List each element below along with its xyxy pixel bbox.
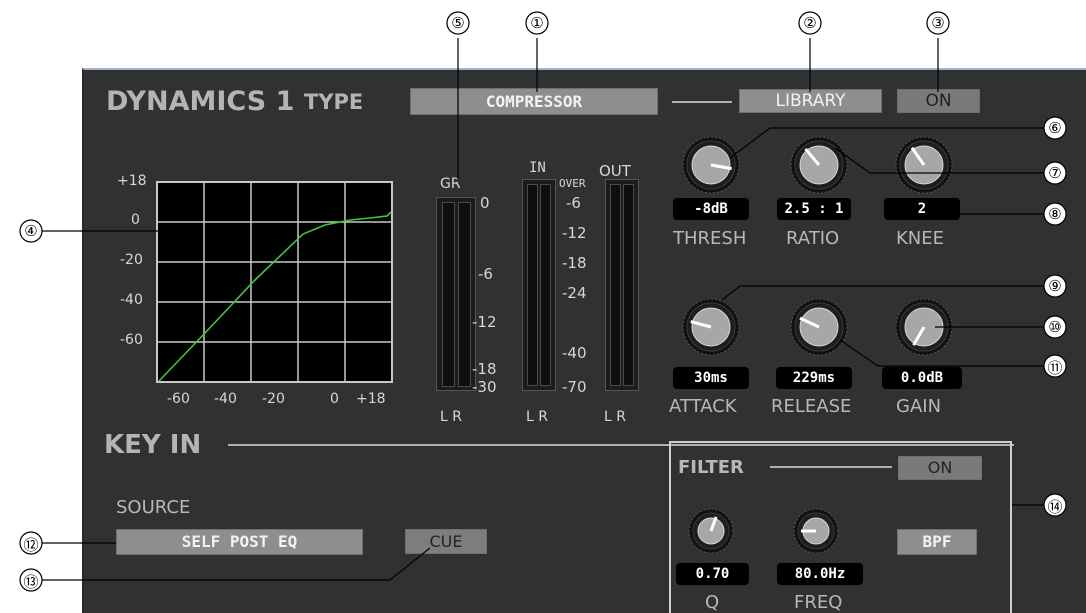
freq-value[interactable]: 80.0Hz <box>777 563 863 585</box>
header-divider <box>672 101 732 103</box>
out-meter <box>605 179 639 391</box>
knob-graphic <box>688 508 734 554</box>
in-lr-label: L R <box>526 409 548 425</box>
knee-value[interactable]: 2 <box>884 198 960 220</box>
io-scale-tick: -24 <box>562 284 587 302</box>
gr-meter-l <box>442 202 455 387</box>
out-meter-l <box>610 184 621 386</box>
callout-1: ① <box>530 14 544 32</box>
knob-graphic <box>895 298 953 356</box>
gain-knob[interactable] <box>895 298 953 360</box>
graph-y-tick: -60 <box>120 332 143 348</box>
graph-x-tick: +18 <box>356 391 386 407</box>
in-meter-r <box>540 184 551 386</box>
callout-4: ④ <box>24 222 38 240</box>
knob-graphic <box>682 298 740 356</box>
in-meter <box>522 179 556 391</box>
graph-x-tick: 0 <box>330 391 339 407</box>
filter-title: FILTER <box>678 457 744 478</box>
source-selector[interactable]: SELF POST EQ <box>116 529 363 555</box>
source-label: SOURCE <box>116 497 191 518</box>
callout-2: ② <box>803 14 817 32</box>
gain-label: GAIN <box>896 396 942 417</box>
knee-knob[interactable] <box>895 136 953 198</box>
ratio-value[interactable]: 2.5 : 1 <box>777 198 851 220</box>
io-scale-tick: -6 <box>566 194 581 212</box>
gr-meter <box>436 197 476 391</box>
ratio-label: RATIO <box>786 228 840 249</box>
freq-knob[interactable] <box>793 508 839 558</box>
cue-button[interactable]: CUE <box>405 529 487 554</box>
callout-12: ⑫ <box>23 536 39 554</box>
callout-14: ⑭ <box>1047 498 1063 516</box>
type-selector[interactable]: COMPRESSOR <box>410 88 658 115</box>
graph-x-tick: -60 <box>167 391 190 407</box>
attack-value[interactable]: 30ms <box>673 367 749 389</box>
key-in-title: KEY IN <box>104 430 202 460</box>
gr-scale-tick: -18 <box>472 360 497 378</box>
thresh-knob[interactable] <box>682 136 740 198</box>
io-scale-tick: -12 <box>562 224 587 242</box>
q-label: Q <box>705 592 720 613</box>
out-meter-r <box>623 184 634 386</box>
callout-7: ⑦ <box>1048 164 1062 182</box>
out-meter-label: OUT <box>599 162 631 180</box>
graph-x-tick: -40 <box>214 391 237 407</box>
in-meter-label: IN <box>529 160 546 176</box>
graph-y-tick: -40 <box>120 292 143 308</box>
callout-9: ⑨ <box>1048 277 1062 295</box>
library-button[interactable]: LIBRARY <box>739 89 882 113</box>
graph-x-tick: -20 <box>262 391 285 407</box>
io-scale-tick: -18 <box>562 254 587 272</box>
q-knob[interactable] <box>688 508 734 558</box>
thresh-value[interactable]: -8dB <box>673 198 749 220</box>
dynamics-on-button[interactable]: ON <box>897 89 980 113</box>
filter-divider <box>770 466 892 468</box>
attack-knob[interactable] <box>682 298 740 360</box>
panel-title: DYNAMICS 1 <box>106 86 295 117</box>
callout-6: ⑥ <box>1048 119 1062 137</box>
callout-13: ⑬ <box>23 573 39 591</box>
out-lr-label: L R <box>604 409 626 425</box>
graph-y-tick: +18 <box>117 173 147 189</box>
freq-label: FREQ <box>794 592 843 613</box>
q-value[interactable]: 0.70 <box>676 563 749 585</box>
release-value[interactable]: 229ms <box>776 367 852 389</box>
filter-on-button[interactable]: ON <box>898 456 982 480</box>
io-scale-tick: -70 <box>562 378 587 396</box>
transfer-curve-graph <box>156 181 393 383</box>
ratio-knob[interactable] <box>790 136 848 198</box>
in-meter-l <box>527 184 538 386</box>
gr-scale-tick: -30 <box>472 378 497 396</box>
callout-8: ⑧ <box>1048 205 1062 223</box>
knee-label: KNEE <box>896 228 945 249</box>
callout-11: ⑪ <box>1047 359 1063 377</box>
gr-meter-label: GR <box>440 176 461 192</box>
io-scale-tick: -40 <box>562 344 587 362</box>
release-label: RELEASE <box>771 396 852 417</box>
graph-y-tick: -20 <box>120 252 143 268</box>
gr-scale-tick: -6 <box>478 265 493 283</box>
gr-scale-tick: -12 <box>472 313 497 331</box>
knob-graphic <box>790 136 848 194</box>
callout-5: ⑤ <box>451 14 465 32</box>
graph-y-tick: 0 <box>131 212 140 228</box>
gain-value[interactable]: 0.0dB <box>882 367 962 389</box>
thresh-label: THRESH <box>673 228 747 249</box>
knob-graphic <box>793 508 839 554</box>
gr-lr-label: L R <box>440 409 462 425</box>
filter-type-button[interactable]: BPF <box>897 529 977 555</box>
over-label: OVER <box>559 177 586 190</box>
callout-10: ⑩ <box>1048 318 1062 336</box>
attack-label: ATTACK <box>669 396 737 417</box>
knob-graphic <box>682 136 740 194</box>
callout-3: ③ <box>931 14 945 32</box>
type-label: TYPE <box>304 90 364 114</box>
knob-graphic <box>895 136 953 194</box>
gr-meter-r <box>458 202 471 387</box>
release-knob[interactable] <box>790 298 848 360</box>
gr-scale-tick: 0 <box>480 194 490 212</box>
knob-graphic <box>790 298 848 356</box>
